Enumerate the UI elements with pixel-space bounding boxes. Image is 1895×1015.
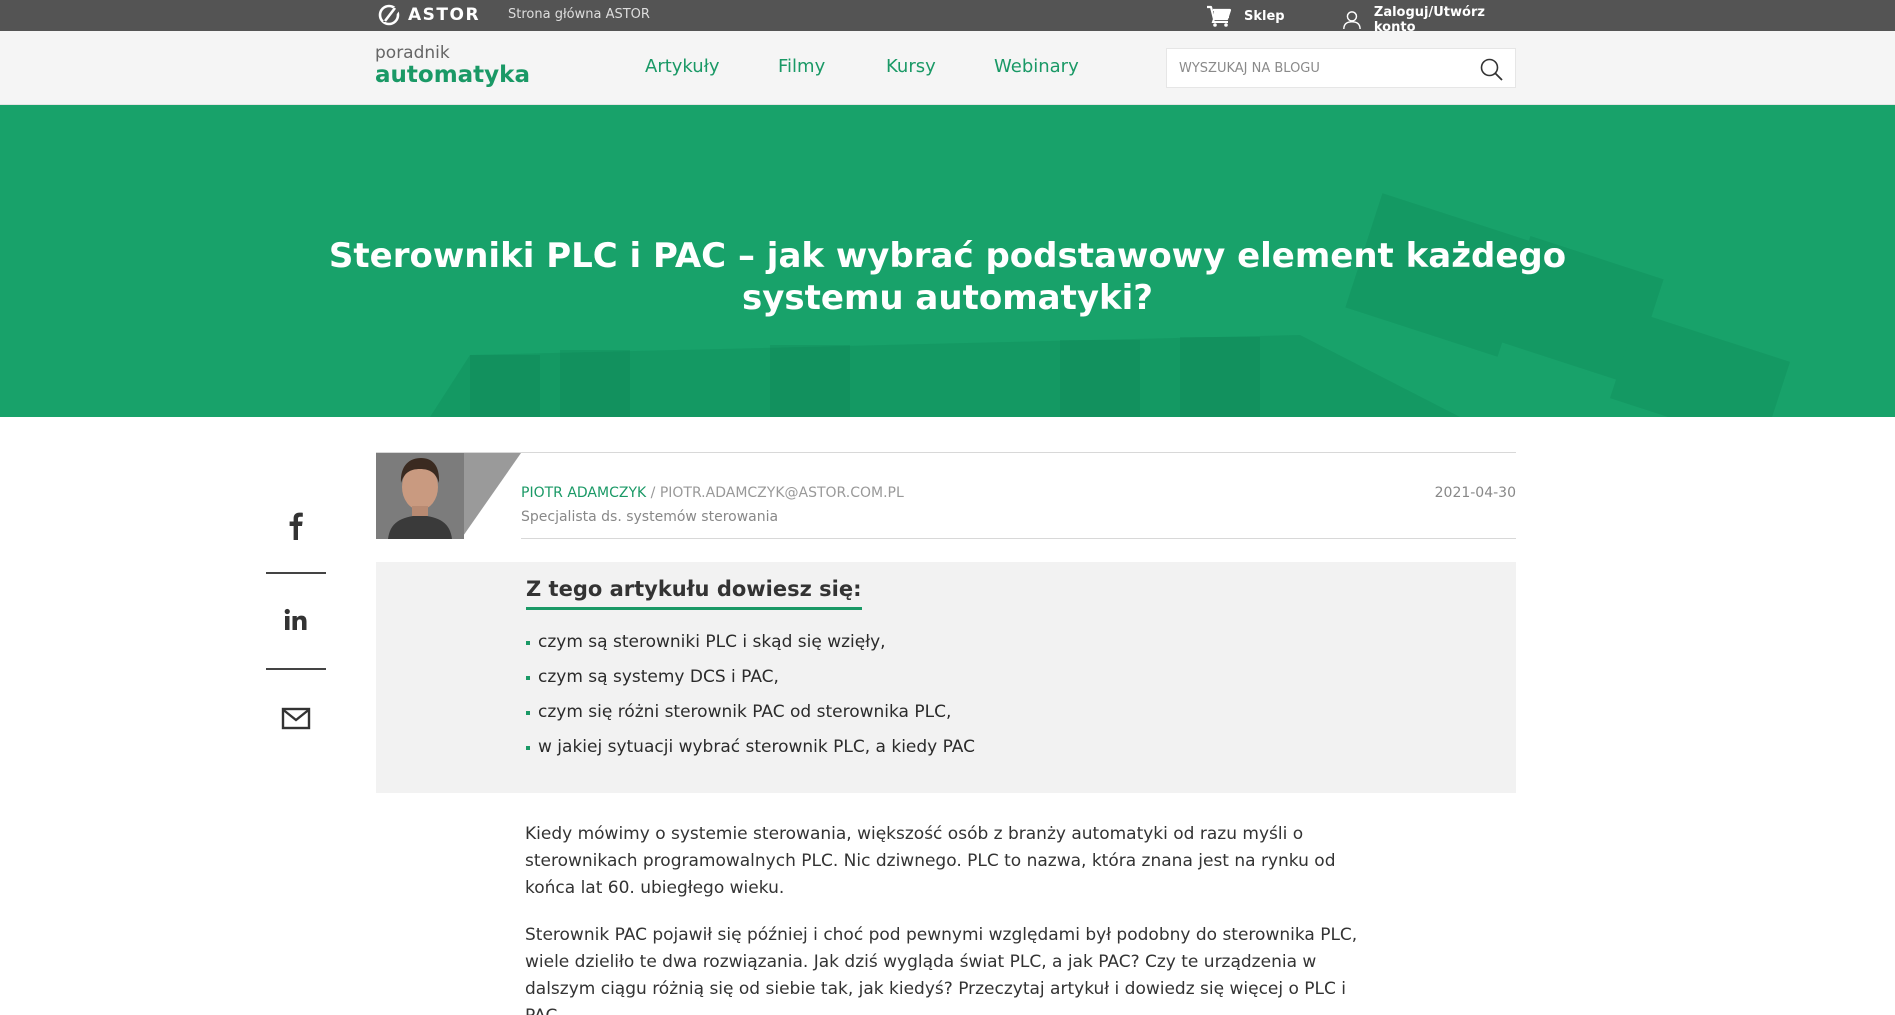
nav-item-courses[interactable]: Kursy [886,56,936,77]
user-icon [1343,11,1361,30]
main-navbar: poradnik automatyka Artykuły Filmy Kursy… [0,31,1895,105]
article-paragraph: Kiedy mówimy o systemie sterowania, więk… [525,824,1336,898]
hero-banner: Sterowniki PLC i PAC – jak wybrać podsta… [0,105,1895,417]
top-bar: ASTOR Strona główna ASTOR Sklep Zaloguj/… [0,0,1895,35]
article-title: Sterowniki PLC i PAC – jak wybrać podsta… [328,236,1567,318]
astor-logo-text: ASTOR [408,5,481,25]
summary-heading: Z tego artykułu dowiesz się: [526,577,862,610]
author-name[interactable]: PIOTR ADAMCZYK [521,485,646,501]
cart-icon [1207,5,1232,27]
linkedin-icon [284,608,307,630]
nav-item-webinars[interactable]: Webinary [994,56,1079,77]
author-email[interactable]: PIOTR.ADAMCZYK@ASTOR.COM.PL [660,485,904,501]
author-avatar [376,453,521,539]
social-share-bar [266,478,326,766]
share-mail-button[interactable] [266,670,326,766]
nav-item-articles[interactable]: Artykuły [645,56,719,77]
article-date: 2021-04-30 [1434,485,1516,501]
shop-label: Sklep [1244,8,1285,24]
mail-icon [281,707,311,730]
article-paragraph: Sterownik PAC pojawił się później i choć… [525,925,1358,1015]
search-box [1166,48,1516,88]
astor-logo-icon [378,4,402,26]
summary-list-item: czym są sterowniki PLC i skąd się wzięły… [526,632,975,667]
author-role: Specjalista ds. systemów sterowania [521,509,779,525]
shop-link[interactable]: Sklep [1206,5,1285,27]
search-input[interactable] [1167,49,1467,87]
share-linkedin-button[interactable] [266,574,326,670]
summary-list-item: czym się różni sterownik PAC od sterowni… [526,702,975,737]
brand-small-text: poradnik [375,43,450,63]
brand-big-text: automatyka [375,62,530,88]
article-summary-box: Z tego artykułu dowiesz się: czym są ste… [376,562,1516,793]
nav-item-films[interactable]: Filmy [778,56,825,77]
share-facebook-button[interactable] [266,478,326,574]
author-info: PIOTR ADAMCZYK / PIOTR.ADAMCZYK@ASTOR.CO… [376,452,1516,539]
search-icon[interactable] [1479,57,1503,81]
astor-logo[interactable]: ASTOR [378,4,480,26]
brand-logo[interactable]: poradnik automatyka [375,45,530,87]
article-body: Kiedy mówimy o systemie sterowania, więk… [525,821,1375,1015]
summary-list-item: czym są systemy DCS i PAC, [526,667,975,702]
author-separator: / [646,485,660,501]
author-name-row: PIOTR ADAMCZYK / PIOTR.ADAMCZYK@ASTOR.CO… [521,485,904,501]
summary-list-item: w jakiej sytuacji wybrać sterownik PLC, … [526,737,975,772]
facebook-icon [289,512,303,540]
summary-list: czym są sterowniki PLC i skąd się wzięły… [526,632,975,772]
home-link[interactable]: Strona główna ASTOR [508,7,650,22]
